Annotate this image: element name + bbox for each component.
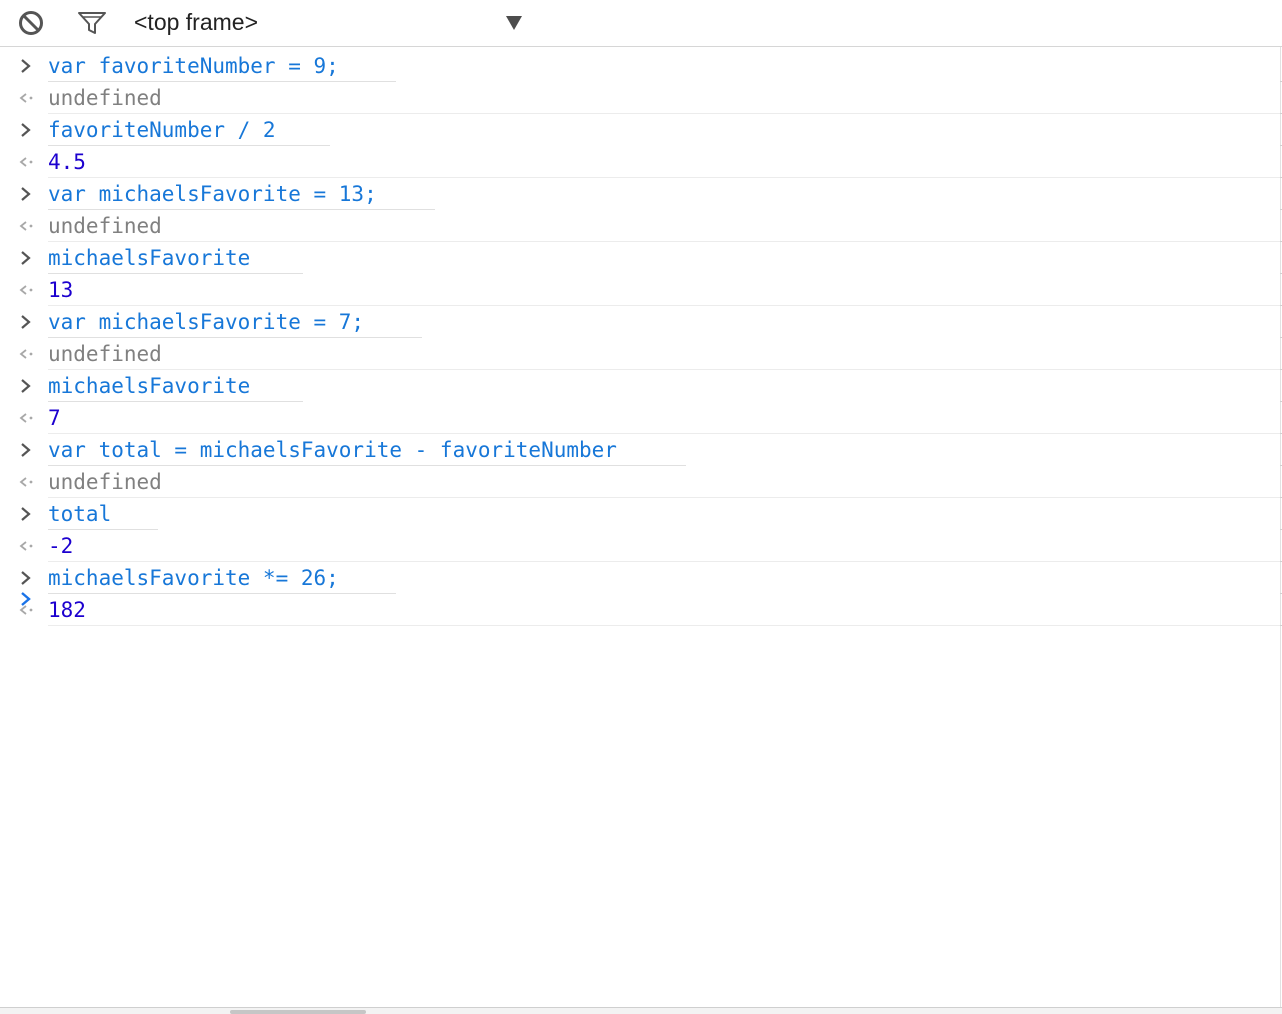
result-value-text: undefined [48, 470, 162, 494]
console-messages[interactable]: var favoriteNumber = 9; undefined favorite… [0, 47, 1281, 1007]
console-result-entry[interactable]: 4.5 [0, 146, 1280, 178]
input-code-text: var michaelsFavorite = 13; [48, 182, 377, 206]
result-value-text: 13 [48, 278, 74, 302]
result-arrow-icon [18, 344, 36, 364]
console-result-entry[interactable]: undefined [0, 82, 1280, 114]
input-code-text: var total = michaelsFavorite - favoriteN… [48, 438, 617, 462]
console-input-entry[interactable]: favoriteNumber / 2 [0, 114, 1280, 146]
input-code-text: var michaelsFavorite = 7; [48, 310, 365, 334]
result-arrow-icon [18, 152, 36, 172]
entry-separator [48, 625, 1280, 626]
result-value-text: -2 [48, 534, 74, 558]
input-chevron-icon [18, 504, 36, 524]
console-input-entry[interactable]: var total = michaelsFavorite - favoriteN… [0, 434, 1280, 466]
result-value-text: 7 [48, 406, 61, 430]
console-result-entry[interactable]: undefined [0, 466, 1280, 498]
console-input-entry[interactable]: var favoriteNumber = 9; [0, 50, 1280, 82]
result-arrow-icon [18, 280, 36, 300]
input-code-text: favoriteNumber / 2 [48, 118, 276, 142]
console-input-entry[interactable]: michaelsFavorite [0, 370, 1280, 402]
input-chevron-icon [18, 440, 36, 460]
console-input-entry[interactable]: michaelsFavorite [0, 242, 1280, 274]
result-arrow-icon [18, 472, 36, 492]
console-input-entry[interactable]: var michaelsFavorite = 13; [0, 178, 1280, 210]
console-result-entry[interactable]: 13 [0, 274, 1280, 306]
input-chevron-icon [18, 184, 36, 204]
input-chevron-icon [18, 376, 36, 396]
console-prompt[interactable] [0, 582, 1280, 616]
result-value-text: 4.5 [48, 150, 86, 174]
input-code-text: michaelsFavorite [48, 374, 251, 398]
console-result-entry[interactable]: undefined [0, 338, 1280, 370]
horizontal-scrollbar[interactable] [0, 1007, 1282, 1014]
prompt-chevron-icon [18, 589, 36, 609]
result-value-text: undefined [48, 342, 162, 366]
funnel-filter-icon[interactable] [76, 9, 108, 37]
input-chevron-icon [18, 120, 36, 140]
input-chevron-icon [18, 56, 36, 76]
frame-selector-dropdown[interactable]: <top frame> [124, 4, 534, 40]
result-arrow-icon [18, 88, 36, 108]
console-result-entry[interactable]: undefined [0, 210, 1280, 242]
console-input-entry[interactable]: total [0, 498, 1280, 530]
input-chevron-icon [18, 312, 36, 332]
input-code-text: total [48, 502, 112, 526]
result-value-text: undefined [48, 86, 162, 110]
input-code-text: michaelsFavorite [48, 246, 251, 270]
devtools-console-window: <top frame> var favoriteNumber = 9; undef… [0, 0, 1282, 1014]
triangle-down-icon [506, 16, 522, 30]
console-input-entry[interactable]: var michaelsFavorite = 7; [0, 306, 1280, 338]
result-arrow-icon [18, 216, 36, 236]
clear-console-icon[interactable] [17, 9, 45, 37]
input-chevron-icon [18, 248, 36, 268]
console-result-entry[interactable]: -2 [0, 530, 1280, 562]
result-arrow-icon [18, 408, 36, 428]
result-value-text: undefined [48, 214, 162, 238]
result-arrow-icon [18, 536, 36, 556]
scrollbar-thumb[interactable] [230, 1010, 366, 1014]
frame-selector-label: <top frame> [134, 8, 259, 35]
input-code-text: var favoriteNumber = 9; [48, 54, 339, 78]
console-toolbar: <top frame> [0, 0, 1282, 47]
console-result-entry[interactable]: 7 [0, 402, 1280, 434]
